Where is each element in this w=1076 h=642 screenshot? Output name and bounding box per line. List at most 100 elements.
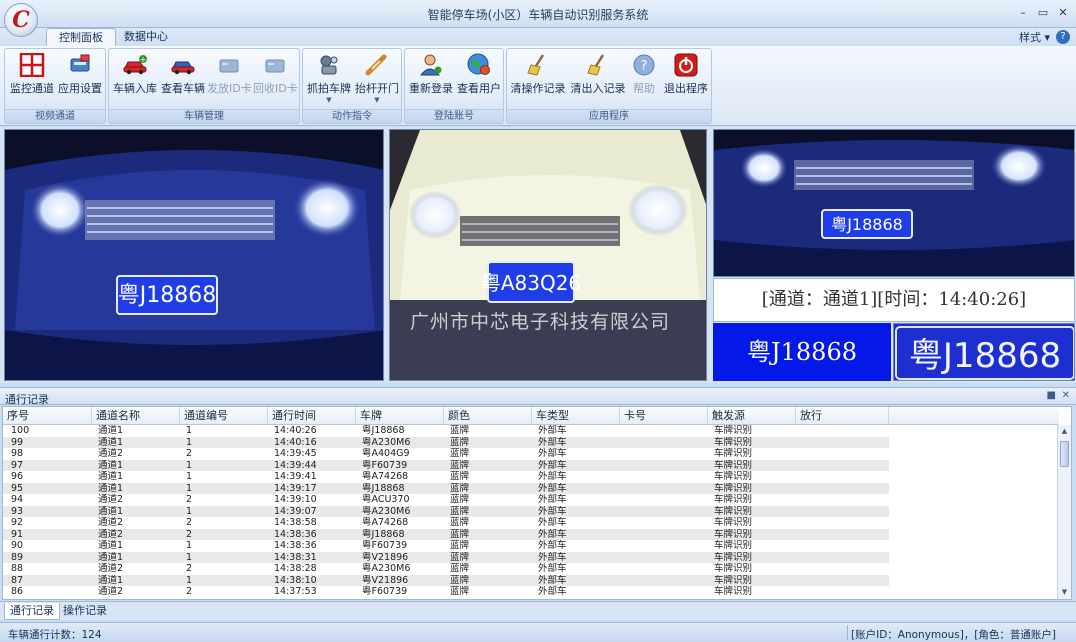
app-logo-icon[interactable]: C <box>4 3 38 37</box>
table-row[interactable]: 87 通道1 1 14:38:10 粤V21896 蓝牌 外部车 车牌识别 <box>3 574 889 586</box>
table-cell: 蓝牌 <box>450 425 470 436</box>
exit-program-button[interactable]: 退出程序 <box>661 53 711 101</box>
table-row[interactable]: 100 通道1 1 14:40:26 粤J18868 蓝牌 外部车 车牌识别 <box>3 425 889 437</box>
camera-view-1[interactable]: 粤J18868 <box>4 129 384 381</box>
records-panel-header: 通行记录 ■ ✕ <box>0 387 1076 406</box>
tab-data-center[interactable]: 数据中心 <box>112 28 180 46</box>
scroll-down-icon[interactable]: ▼ <box>1058 586 1071 599</box>
table-cell: 粤F60739 <box>362 459 408 471</box>
scroll-up-icon[interactable]: ▲ <box>1058 425 1071 438</box>
table-row[interactable]: 96 通道1 1 14:39:41 粤A74268 蓝牌 外部车 车牌识别 <box>3 471 889 483</box>
recycle-id-card-button[interactable]: 回收ID卡 <box>253 53 298 101</box>
table-row[interactable]: 95 通道1 1 14:39:17 粤J18868 蓝牌 外部车 车牌识别 <box>3 482 889 494</box>
table-cell: 粤A74268 <box>362 517 409 528</box>
table-cell: 1 <box>186 471 193 482</box>
barrier-icon <box>365 54 387 76</box>
table-cell: 14:39:41 <box>274 471 317 482</box>
table-row[interactable]: 88 通道2 2 14:38:28 粤A230M6 蓝牌 外部车 车牌识别 <box>3 563 889 575</box>
table-cell: 86 <box>11 586 24 597</box>
table-row[interactable]: 89 通道1 1 14:38:31 粤V21896 蓝牌 外部车 车牌识别 <box>3 551 889 563</box>
table-row[interactable]: 92 通道2 2 14:38:58 粤A74268 蓝牌 外部车 车牌识别 <box>3 517 889 529</box>
column-header[interactable]: 卡号 <box>620 407 708 425</box>
ribbon-group-video-channel: 监控通道 应用设置 视频通道 <box>4 48 106 124</box>
tab-access-records[interactable]: 通行记录 <box>4 603 60 620</box>
table-cell: 1 <box>186 436 193 448</box>
table-cell: 车牌识别 <box>714 436 753 448</box>
column-header[interactable]: 通行时间 <box>268 407 356 425</box>
help-icon[interactable]: ? <box>1056 30 1070 44</box>
camera-view-3[interactable]: 粤J18868 <box>713 129 1075 277</box>
table-cell: 通道2 <box>98 517 124 528</box>
view-users-button[interactable]: 查看用户 <box>455 53 503 101</box>
open-barrier-button[interactable]: 抬杆开门 ▼ <box>353 53 401 104</box>
column-header[interactable]: 通道名称 <box>92 407 180 425</box>
table-cell: 车牌识别 <box>714 517 753 528</box>
table-cell: 1 <box>186 551 193 563</box>
table-row[interactable]: 86 通道2 2 14:37:53 粤F60739 蓝牌 外部车 车牌识别 <box>3 586 889 598</box>
column-header[interactable]: 颜色 <box>444 407 532 425</box>
monitor-channel-button[interactable]: 监控通道 <box>9 53 55 101</box>
exit-program-label: 退出程序 <box>664 82 708 95</box>
channel-time-info: [通道：通道1][时间：14:40:26] <box>713 278 1075 322</box>
capture-plate-button[interactable]: 抓拍车牌 ▼ <box>305 53 353 104</box>
column-header[interactable]: 通道编号 <box>180 407 268 425</box>
table-cell: 87 <box>11 574 24 586</box>
records-table[interactable]: 序号 通道名称 通道编号 通行时间 车牌 颜色 车类型 卡号 触发源 放行 10… <box>2 406 1072 600</box>
chevron-down-icon: ▼ <box>326 96 332 104</box>
style-menu[interactable]: 样式 ▾ <box>1019 29 1050 45</box>
clear-access-log-label: 清出入记录 <box>570 82 626 95</box>
maximize-icon[interactable]: ▭ <box>1034 5 1052 21</box>
table-cell: 94 <box>11 494 24 505</box>
camera-1-image: 粤J18868 <box>5 130 383 380</box>
table-cell: 粤A404G9 <box>362 448 410 459</box>
table-cell: 粤ACU370 <box>362 494 410 505</box>
title-bar: 智能停车场(小区）车辆自动识别服务系统 – ▭ ✕ <box>0 0 1076 28</box>
table-row[interactable]: 98 通道2 2 14:39:45 粤A404G9 蓝牌 外部车 车牌识别 <box>3 448 889 460</box>
table-row[interactable]: 91 通道2 2 14:38:36 粤J18868 蓝牌 外部车 车牌识别 <box>3 528 889 540</box>
close-icon[interactable]: ✕ <box>1054 5 1072 21</box>
vehicle-view-button[interactable]: 查看车辆 <box>159 53 207 101</box>
vehicle-add-button[interactable]: + 车辆入库 <box>111 53 159 101</box>
column-header[interactable]: 放行 <box>796 407 889 425</box>
table-row[interactable]: 97 通道1 1 14:39:44 粤F60739 蓝牌 外部车 车牌识别 <box>3 459 889 471</box>
camera-3-image: 粤J18868 <box>714 130 1074 276</box>
app-settings-button[interactable]: 应用设置 <box>57 53 103 101</box>
clear-access-log-button[interactable]: 清出入记录 <box>569 53 627 101</box>
scrollbar-thumb[interactable] <box>1060 441 1069 467</box>
ribbon-group-application: 清操作记录 清出入记录 ? 帮助 退出程序 应用程序 <box>506 48 712 124</box>
clear-operation-log-button[interactable]: 清操作记录 <box>509 53 567 101</box>
column-header[interactable]: 序号 <box>3 407 92 425</box>
camera-view-2[interactable]: 粤A83Q26 <box>389 129 707 381</box>
help-button[interactable]: ? 帮助 <box>627 53 661 101</box>
clear-operation-log-label: 清操作记录 <box>510 82 566 95</box>
relogin-button[interactable]: 重新登录 <box>407 53 455 101</box>
column-header[interactable]: 车牌 <box>356 407 444 425</box>
table-cell: 14:38:10 <box>274 574 317 586</box>
table-cell: 外部车 <box>538 551 567 563</box>
pin-icon[interactable]: ■ <box>1047 390 1056 401</box>
table-row[interactable]: 90 通道1 1 14:38:36 粤F60739 蓝牌 外部车 车牌识别 <box>3 540 889 552</box>
column-header[interactable]: 触发源 <box>708 407 796 425</box>
tab-operation-records[interactable]: 操作记录 <box>58 603 112 620</box>
table-cell: 14:38:36 <box>274 528 317 540</box>
table-row[interactable]: 94 通道2 2 14:39:10 粤ACU370 蓝牌 外部车 车牌识别 <box>3 494 889 506</box>
issue-id-card-button[interactable]: 发放ID卡 <box>207 53 252 101</box>
table-cell: 蓝牌 <box>450 482 470 494</box>
open-barrier-label: 抬杆开门 <box>355 82 399 95</box>
close-icon[interactable]: ✕ <box>1062 390 1070 401</box>
table-cell: 车牌识别 <box>714 528 753 540</box>
table-cell: 粤A230M6 <box>362 436 411 448</box>
table-cell: 粤J18868 <box>362 425 405 436</box>
table-row[interactable]: 99 通道1 1 14:40:16 粤A230M6 蓝牌 外部车 车牌识别 <box>3 436 889 448</box>
ribbon-group-login-account: 重新登录 查看用户 登陆账号 <box>404 48 504 124</box>
camera-icon <box>320 55 338 75</box>
column-header[interactable]: 车类型 <box>532 407 620 425</box>
table-cell: 蓝牌 <box>450 563 470 574</box>
car-view-icon <box>171 61 195 75</box>
table-cell: 车牌识别 <box>714 494 753 505</box>
minimize-icon[interactable]: – <box>1014 5 1032 21</box>
table-cell: 车牌识别 <box>714 540 753 551</box>
vertical-scrollbar[interactable]: ▲ ▼ <box>1057 425 1071 599</box>
table-row[interactable]: 93 通道1 1 14:39:07 粤A230M6 蓝牌 外部车 车牌识别 <box>3 505 889 517</box>
tab-control-panel[interactable]: 控制面板 <box>46 28 116 46</box>
